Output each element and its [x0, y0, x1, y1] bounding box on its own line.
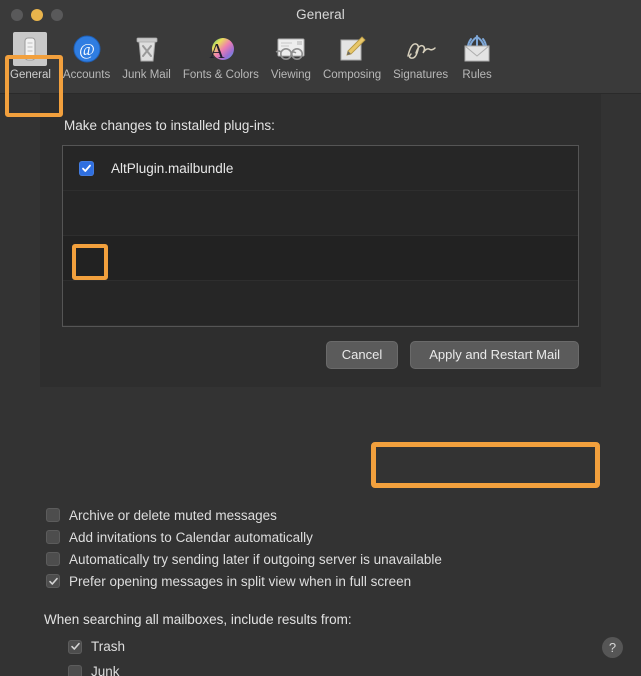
accounts-at-icon: @ [70, 32, 104, 66]
toolbar-item-general[interactable]: General [4, 29, 57, 82]
sheet-heading: Make changes to installed plug-ins: [64, 118, 579, 133]
search-option-label: Junk [91, 664, 120, 676]
toolbar-label-accounts: Accounts [63, 68, 110, 82]
option-label: Automatically try sending later if outgo… [69, 552, 442, 567]
general-options-list: Archive or delete muted messages Add inv… [46, 504, 586, 592]
plugin-list[interactable]: AltPlugin.mailbundle [62, 145, 579, 327]
apply-and-restart-mail-button[interactable]: Apply and Restart Mail [410, 341, 579, 369]
toolbar-label-junk-mail: Junk Mail [122, 68, 171, 82]
toolbar-item-rules[interactable]: Rules [454, 29, 500, 82]
preferences-toolbar: General @ Accounts Junk Mail [0, 29, 641, 94]
toolbar-label-viewing: Viewing [271, 68, 311, 82]
cancel-button[interactable]: Cancel [326, 341, 398, 369]
plugin-enabled-checkbox[interactable] [79, 161, 94, 176]
general-preferences-pane: Make changes to installed plug-ins: AltP… [0, 94, 641, 676]
search-option-label: Trash [91, 639, 125, 654]
traffic-lights [11, 0, 63, 29]
sheet-button-bar: Cancel Apply and Restart Mail [326, 341, 579, 369]
minimize-button[interactable] [31, 9, 43, 21]
search-scope-options: Trash Junk Encrypted Messages [68, 634, 584, 676]
search-option-row-junk[interactable]: Junk [68, 659, 584, 676]
toolbar-label-rules: Rules [462, 68, 491, 82]
toolbar-item-signatures[interactable]: Signatures [387, 29, 454, 82]
junk-mail-trash-icon [130, 32, 164, 66]
viewing-glasses-icon [274, 32, 308, 66]
signature-icon [404, 32, 438, 66]
toolbar-label-fonts-colors: Fonts & Colors [183, 68, 259, 82]
toolbar-item-fonts-colors[interactable]: A Fonts & Colors [177, 29, 265, 82]
split-view-checkbox[interactable] [46, 574, 60, 588]
plugin-list-row-empty[interactable] [63, 191, 578, 236]
option-label: Add invitations to Calendar automaticall… [69, 530, 313, 545]
general-icon [13, 32, 47, 66]
option-row-add-invitations[interactable]: Add invitations to Calendar automaticall… [46, 526, 586, 548]
trash-checkbox[interactable] [68, 640, 82, 654]
toolbar-item-viewing[interactable]: Viewing [265, 29, 317, 82]
toolbar-item-accounts[interactable]: @ Accounts [57, 29, 116, 82]
toolbar-label-composing: Composing [323, 68, 381, 82]
option-row-archive-muted[interactable]: Archive or delete muted messages [46, 504, 586, 526]
toolbar-item-composing[interactable]: Composing [317, 29, 387, 82]
close-button[interactable] [11, 9, 23, 21]
plugin-list-row-empty[interactable] [63, 281, 578, 326]
svg-text:A: A [209, 39, 225, 63]
toolbar-item-junk-mail[interactable]: Junk Mail [116, 29, 177, 82]
option-row-split-view[interactable]: Prefer opening messages in split view wh… [46, 570, 586, 592]
option-row-retry-sending[interactable]: Automatically try sending later if outgo… [46, 548, 586, 570]
archive-muted-checkbox[interactable] [46, 508, 60, 522]
zoom-button[interactable] [51, 9, 63, 21]
junk-checkbox[interactable] [68, 665, 82, 676]
option-label: Prefer opening messages in split view wh… [69, 574, 411, 589]
search-scope-heading: When searching all mailboxes, include re… [44, 612, 584, 627]
toolbar-label-signatures: Signatures [393, 68, 448, 82]
help-button[interactable]: ? [602, 637, 623, 658]
add-invitations-checkbox[interactable] [46, 530, 60, 544]
plugin-list-row-empty[interactable] [63, 236, 578, 281]
preferences-window: General General @ Acc [0, 0, 641, 676]
plugin-name: AltPlugin.mailbundle [111, 161, 233, 176]
option-label: Archive or delete muted messages [69, 508, 277, 523]
highlight-apply-button [371, 442, 600, 488]
titlebar: General [0, 0, 641, 29]
retry-sending-checkbox[interactable] [46, 552, 60, 566]
fonts-colors-icon: A [204, 32, 238, 66]
window-title: General [0, 7, 641, 22]
plugin-list-row[interactable]: AltPlugin.mailbundle [63, 146, 578, 191]
toolbar-label-general: General [10, 68, 51, 82]
composing-pencil-icon [335, 32, 369, 66]
search-option-row-trash[interactable]: Trash [68, 634, 584, 659]
rules-envelope-icon [460, 32, 494, 66]
svg-text:@: @ [79, 40, 95, 59]
manage-plugins-sheet: Make changes to installed plug-ins: AltP… [40, 94, 601, 387]
search-scope-section: When searching all mailboxes, include re… [44, 612, 584, 676]
